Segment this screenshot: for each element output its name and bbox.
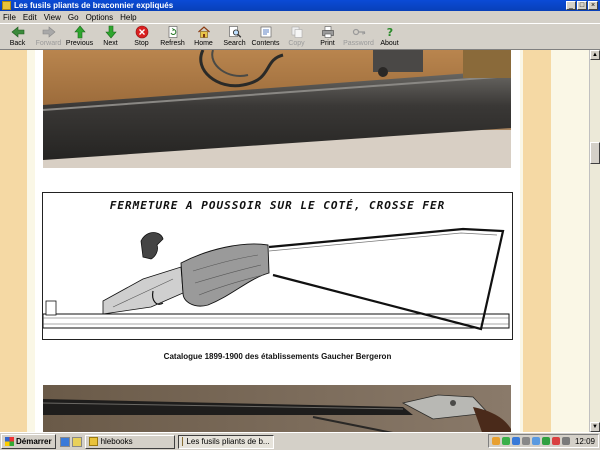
tray-icon-1[interactable] (491, 437, 500, 445)
gun-photo-bottom (43, 385, 511, 432)
previous-icon (73, 25, 87, 39)
app-icon (2, 1, 11, 10)
forward-icon (42, 25, 56, 39)
refresh-icon (166, 25, 180, 39)
menu-view[interactable]: View (44, 13, 61, 22)
menu-options[interactable]: Options (86, 13, 114, 22)
back-button[interactable]: Back (2, 24, 33, 50)
engraving-title: FERMETURE A POUSSOIR SUR LE COTÉ, CROSSE… (109, 199, 446, 212)
taskbar: Démarrer hlebooks Les fusils pliants de … (0, 432, 600, 450)
password-button[interactable]: Password (343, 24, 374, 50)
clock: 12:09 (574, 436, 595, 446)
about-icon: ? (383, 25, 397, 39)
browser-quicklaunch-icon[interactable] (59, 436, 70, 447)
gun-barrel-photo-top (43, 50, 511, 168)
catalogue-engraving: FERMETURE A POUSSOIR SUR LE COTÉ, CROSSE… (42, 192, 513, 340)
copy-button[interactable]: Copy (281, 24, 312, 50)
toolbar: Back Forward Previous Next Stop Refresh … (0, 23, 600, 50)
back-icon (11, 25, 25, 39)
scrollbar-thumb[interactable] (590, 142, 600, 164)
about-button[interactable]: ? About (374, 24, 405, 50)
previous-button[interactable]: Previous (64, 24, 95, 50)
svg-text:?: ? (386, 26, 392, 39)
copy-icon (290, 25, 304, 39)
window-title: Les fusils pliants de braconnier expliqu… (14, 1, 174, 10)
print-icon (321, 25, 335, 39)
ebook-icon (181, 437, 184, 446)
contents-button[interactable]: Contents (250, 24, 281, 50)
window-controls: _ □ × (566, 1, 598, 10)
close-button[interactable]: × (588, 1, 598, 10)
menu-help[interactable]: Help (120, 13, 136, 22)
tray-icon-3[interactable] (511, 437, 520, 445)
forward-button[interactable]: Forward (33, 24, 64, 50)
menu-edit[interactable]: Edit (23, 13, 37, 22)
vertical-scrollbar[interactable]: ▲ ▼ (589, 50, 600, 432)
security-icon[interactable] (551, 437, 560, 445)
article-page: FERMETURE A POUSSOIR SUR LE COTÉ, CROSSE… (35, 50, 520, 432)
start-label: Démarrer (16, 437, 52, 446)
folder-icon (88, 437, 98, 446)
tray-icon-2[interactable] (501, 437, 510, 445)
print-button[interactable]: Print (312, 24, 343, 50)
password-icon (352, 25, 366, 39)
quick-launch (59, 436, 82, 447)
page-right-margin (523, 50, 551, 432)
contents-icon (259, 25, 273, 39)
taskbar-task-hlebooks[interactable]: hlebooks (84, 434, 175, 449)
stop-button[interactable]: Stop (126, 24, 157, 50)
menu-go[interactable]: Go (68, 13, 79, 22)
refresh-button[interactable]: Refresh (157, 24, 188, 50)
tray-icon-6[interactable] (541, 437, 550, 445)
volume-icon[interactable] (561, 437, 570, 445)
search-button[interactable]: Search (219, 24, 250, 50)
windows-logo-icon (5, 437, 14, 446)
minimize-button[interactable]: _ (566, 1, 576, 10)
page-content: FERMETURE A POUSSOIR SUR LE COTÉ, CROSSE… (0, 50, 589, 432)
stop-icon (135, 25, 149, 39)
window-title-bar[interactable]: Les fusils pliants de braconnier expliqu… (0, 0, 600, 11)
start-button[interactable]: Démarrer (1, 434, 56, 449)
scroll-down-icon[interactable]: ▼ (590, 422, 600, 432)
engraving-caption: Catalogue 1899-1900 des établissements G… (163, 352, 392, 361)
network-icon[interactable] (531, 437, 540, 445)
menu-bar: File Edit View Go Options Help (0, 11, 600, 23)
next-icon (104, 25, 118, 39)
search-icon (228, 25, 242, 39)
system-tray: 12:09 (487, 434, 599, 448)
home-button[interactable]: Home (188, 24, 219, 50)
page-left-margin (0, 50, 27, 432)
maximize-button[interactable]: □ (577, 1, 587, 10)
home-icon (197, 25, 211, 39)
folder-quicklaunch-icon[interactable] (71, 436, 82, 447)
scroll-up-icon[interactable]: ▲ (590, 50, 600, 60)
next-button[interactable]: Next (95, 24, 126, 50)
tray-icon-4[interactable] (521, 437, 530, 445)
menu-file[interactable]: File (3, 13, 16, 22)
taskbar-task-current[interactable]: Les fusils pliants de b... (177, 434, 274, 449)
